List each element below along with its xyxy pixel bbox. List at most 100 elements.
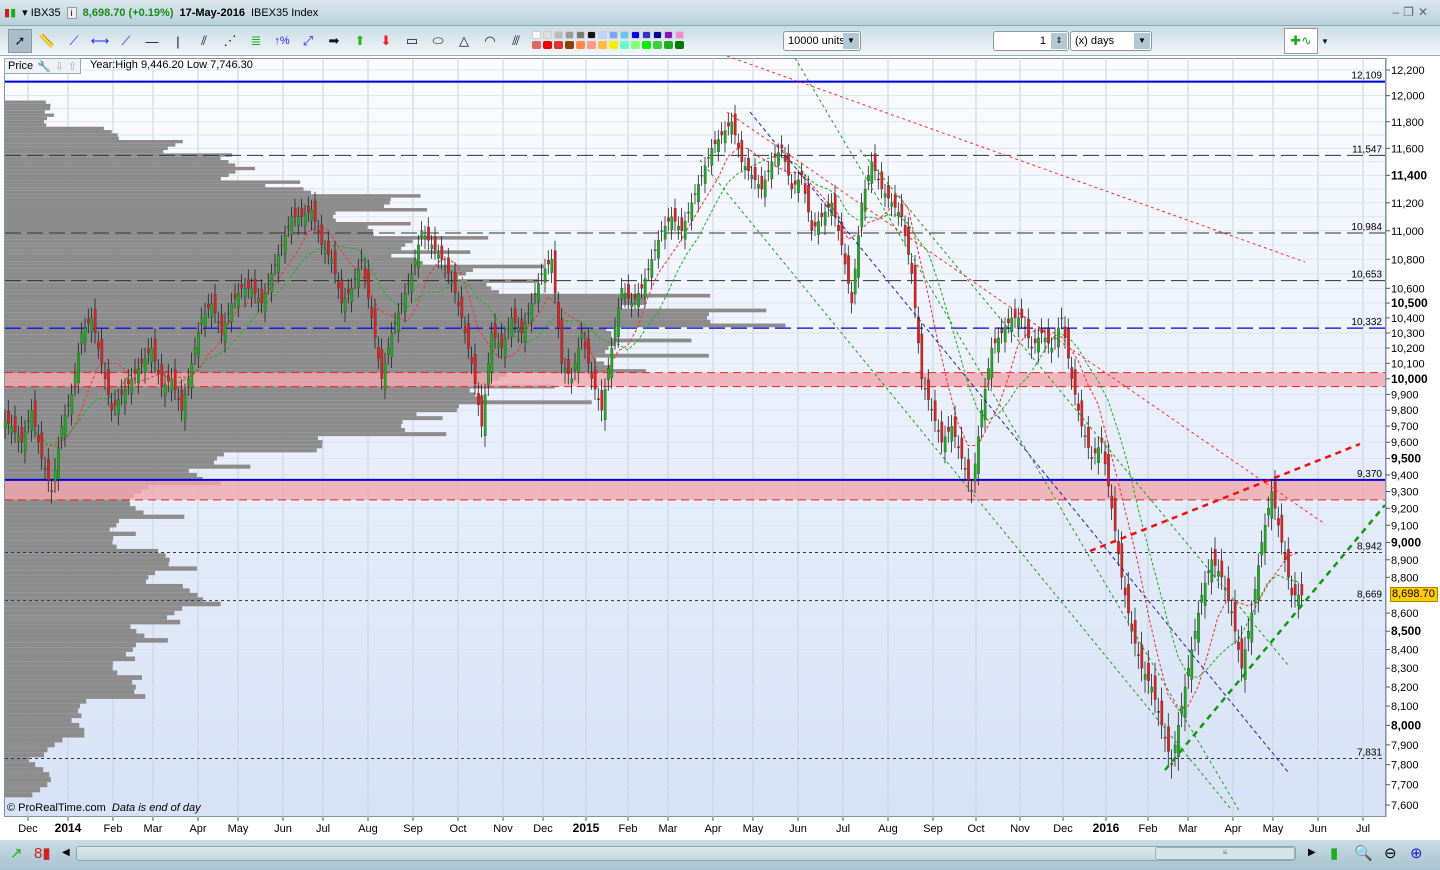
pointer-tool-icon[interactable]: ➚ (8, 29, 32, 53)
triangle-tool-icon[interactable]: △ (452, 29, 476, 53)
wrench-icon[interactable]: 🔧 (37, 60, 51, 73)
candle-settings-icon[interactable]: ▮ (1330, 844, 1338, 862)
close-icon[interactable]: ✕ (1418, 5, 1432, 19)
color-swatch[interactable] (664, 41, 673, 49)
candle-body (1070, 367, 1074, 379)
scroll-right-icon[interactable]: ▶ (1308, 847, 1316, 858)
candlestick-icon[interactable]: ▮▮ (4, 6, 16, 19)
color-swatch[interactable] (532, 31, 541, 39)
candle-body (1213, 549, 1217, 566)
trend-line (794, 57, 1241, 813)
candle-body (313, 201, 317, 222)
horizontal-scrollbar[interactable]: ≡ (76, 846, 1296, 861)
percent-tool-icon[interactable]: ↑% (270, 29, 294, 53)
color-swatch[interactable] (609, 41, 618, 49)
arrow-down-icon[interactable]: ⬇ (374, 29, 398, 53)
volume-profile-bar (5, 722, 80, 728)
auto-zoom-icon[interactable]: 🔍 (1354, 844, 1373, 862)
candle-body (37, 435, 40, 443)
candle-body (1127, 584, 1130, 614)
minimize-icon[interactable]: ‒ (1392, 5, 1403, 19)
color-swatch[interactable] (598, 41, 607, 49)
candle-body (1123, 587, 1127, 596)
spinner-icon[interactable]: ⇕ (1051, 33, 1067, 49)
color-swatch[interactable] (532, 41, 541, 49)
color-swatch[interactable] (565, 41, 574, 49)
color-swatch[interactable] (576, 41, 585, 49)
segment-tool-icon[interactable]: ⟋ (62, 29, 86, 53)
units-select[interactable]: 10000 units ▼ (783, 31, 861, 51)
candle-body (133, 369, 137, 374)
period-unit-select[interactable]: (x) days ▼ (1070, 31, 1152, 51)
move-up-icon[interactable]: ⇧ (68, 60, 77, 73)
color-swatch[interactable] (642, 31, 651, 39)
candle-body (720, 131, 724, 136)
y-tick-label: 8,600 (1391, 608, 1419, 620)
horizontal-line-icon[interactable]: — (140, 29, 164, 53)
gann-tool-icon[interactable]: ⫻ (504, 29, 528, 53)
arrow-up-icon[interactable]: ⬆ (348, 29, 372, 53)
candle-body (260, 289, 264, 304)
candle-body (1270, 491, 1274, 519)
info-icon[interactable]: i (66, 6, 77, 19)
move-down-icon[interactable]: ⇩ (55, 60, 64, 73)
color-swatch[interactable] (587, 41, 596, 49)
candle-body (290, 216, 294, 235)
arc-tool-icon[interactable]: ◠ (478, 29, 502, 53)
color-swatch[interactable] (653, 41, 662, 49)
candle-body (397, 312, 400, 333)
color-swatch[interactable] (565, 31, 574, 39)
candle-body (183, 394, 187, 420)
price-chart[interactable]: 12,109 11,547 10,984 10,653 10,332 9,370 8,942… (0, 56, 1440, 840)
scroll-left-icon[interactable]: ◀ (62, 847, 70, 858)
color-swatch[interactable] (620, 31, 629, 39)
color-swatch[interactable] (576, 31, 585, 39)
chart-style-icon[interactable]: 8▮ (34, 844, 51, 862)
chevron-down-icon[interactable]: ▼ (843, 33, 859, 49)
color-swatch[interactable] (554, 31, 563, 39)
add-indicator-icon[interactable]: ✚∿ (1284, 28, 1318, 54)
color-swatch[interactable] (631, 31, 640, 39)
ellipse-tool-icon[interactable]: ⬭ (426, 29, 450, 53)
zoom-out-icon[interactable]: ⊖ (1384, 844, 1397, 862)
candle-body (300, 208, 304, 217)
color-swatch[interactable] (642, 41, 651, 49)
y-tick-label: 10,000 (1391, 372, 1428, 386)
color-swatch[interactable] (554, 41, 563, 49)
color-swatch[interactable] (675, 31, 684, 39)
color-swatch[interactable] (598, 31, 607, 39)
color-swatch[interactable] (675, 41, 684, 49)
color-swatch[interactable] (609, 31, 618, 39)
trendline-tool-icon[interactable]: ⟋ (114, 29, 138, 53)
zoom-in-icon[interactable]: ⊕ (1410, 844, 1423, 862)
volume-profile-bar (5, 531, 136, 536)
arrow-right-icon[interactable]: ➡ (322, 29, 346, 53)
restore-icon[interactable]: ❐ (1403, 5, 1418, 19)
color-swatch[interactable] (653, 31, 662, 39)
period-value-input[interactable]: 1 ⇕ (993, 31, 1069, 51)
rectangle-tool-icon[interactable]: ▭ (400, 29, 424, 53)
candle-body (283, 235, 287, 254)
color-swatch[interactable] (631, 41, 640, 49)
color-swatch[interactable] (543, 31, 552, 39)
ruler-tool-icon[interactable]: 📏 (35, 29, 59, 53)
export-chart-icon[interactable]: ↗ (10, 844, 23, 862)
indicator-dropdown-icon[interactable]: ▼ (1318, 28, 1332, 54)
volume-profile-bar (5, 257, 417, 262)
last-price-tag: 8,698.70 (1390, 587, 1438, 602)
color-swatch[interactable] (664, 31, 673, 39)
symbol-dropdown[interactable]: ▾ IBX35 (22, 6, 61, 19)
chevron-down-icon[interactable]: ▼ (1134, 33, 1150, 49)
fan-tool-icon[interactable]: ⋰ (218, 29, 242, 53)
candle-body (510, 317, 514, 338)
scroll-thumb[interactable]: ≡ (1155, 847, 1295, 860)
vertical-line-icon[interactable]: | (166, 29, 190, 53)
color-swatch[interactable] (543, 41, 552, 49)
horizontal-segment-icon[interactable]: ⟷ (88, 29, 112, 53)
points-tool-icon[interactable]: ⤢ (296, 29, 320, 53)
candle-body (1267, 508, 1270, 516)
fibonacci-icon[interactable]: ≣ (244, 29, 268, 53)
color-swatch[interactable] (587, 31, 596, 39)
channel-tool-icon[interactable]: ⫽ (192, 29, 216, 53)
color-swatch[interactable] (620, 41, 629, 49)
